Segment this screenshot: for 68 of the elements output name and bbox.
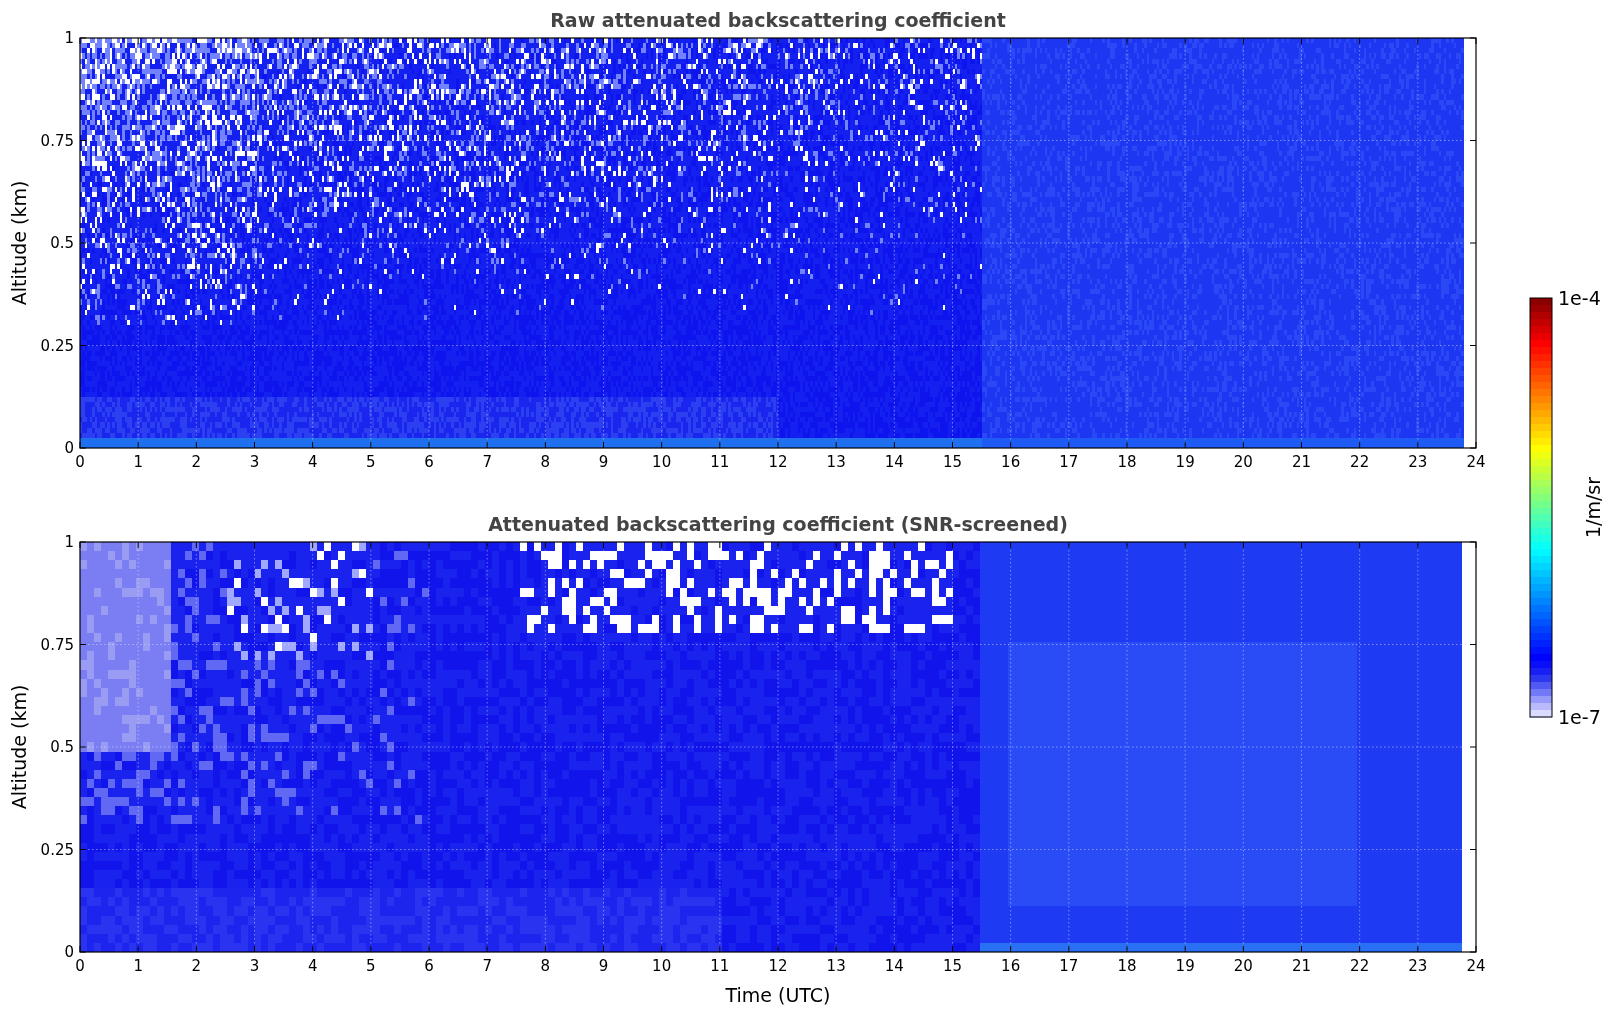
axis-tick-label: 24 bbox=[1466, 453, 1486, 471]
colorbar-max-label: 1e-4 bbox=[1558, 287, 1601, 309]
chart-title: Raw attenuated backscattering coefficient bbox=[550, 9, 1006, 31]
axis-tick-label: 23 bbox=[1408, 453, 1428, 471]
axis-tick-label: 6 bbox=[424, 957, 434, 975]
axis-tick-label: 1 bbox=[64, 533, 74, 551]
axis-tick-label: 5 bbox=[366, 453, 376, 471]
axis-tick-label: 18 bbox=[1117, 957, 1137, 975]
axis-tick-label: 14 bbox=[884, 957, 904, 975]
axis-tick-label: 4 bbox=[307, 453, 318, 471]
axis-tick-label: 22 bbox=[1350, 957, 1370, 975]
axis-tick-label: 0.75 bbox=[40, 635, 74, 654]
chart-title: Attenuated backscattering coefficient (SNR-screened) bbox=[488, 513, 1068, 535]
axis-tick-label: 0.5 bbox=[50, 738, 74, 756]
axis-tick-label: 12 bbox=[768, 453, 788, 471]
axis-tick-label: 0.5 bbox=[50, 234, 74, 252]
axis-tick-label: 17 bbox=[1059, 957, 1079, 975]
axis-tick-label: 13 bbox=[826, 957, 846, 975]
axis-tick-label: 0.25 bbox=[40, 336, 74, 355]
axis-tick-label: 9 bbox=[598, 957, 609, 975]
axis-tick-label: 1 bbox=[133, 957, 143, 975]
axis-tick-label: 12 bbox=[768, 957, 788, 975]
axis-label: Time (UTC) bbox=[725, 984, 831, 1006]
axis-tick-label: 21 bbox=[1291, 957, 1312, 975]
axis-tick-label: 9 bbox=[598, 453, 609, 471]
axis-tick-label: 0 bbox=[75, 453, 85, 471]
axis-tick-label: 19 bbox=[1175, 957, 1195, 975]
axis-tick-label: 7 bbox=[482, 957, 492, 975]
axis-tick-label: 3 bbox=[249, 957, 260, 975]
axis-tick-label: 21 bbox=[1291, 453, 1312, 471]
axis-tick-label: 0 bbox=[64, 439, 74, 457]
axis-tick-label: 11 bbox=[710, 453, 730, 471]
axis-tick-label: 20 bbox=[1233, 957, 1253, 975]
axis-tick-label: 6 bbox=[424, 453, 434, 471]
axis-tick-label: 18 bbox=[1117, 453, 1137, 471]
axis-tick-label: 2 bbox=[191, 453, 202, 471]
axis-tick-label: 8 bbox=[540, 957, 551, 975]
axis-tick-label: 1 bbox=[64, 29, 74, 47]
axis-tick-label: 1 bbox=[133, 453, 143, 471]
axis-tick-label: 14 bbox=[884, 453, 904, 471]
axis-tick-label: 13 bbox=[826, 453, 846, 471]
axis-label: Altitude (km) bbox=[8, 684, 30, 810]
axis-label: Altitude (km) bbox=[8, 180, 30, 306]
axis-tick-label: 22 bbox=[1350, 453, 1370, 471]
axis-tick-label: 16 bbox=[1001, 453, 1021, 471]
axis-tick-label: 3 bbox=[249, 453, 260, 471]
axis-tick-label: 11 bbox=[710, 957, 730, 975]
axis-tick-label: 7 bbox=[482, 453, 492, 471]
axis-tick-label: 24 bbox=[1466, 957, 1486, 975]
axis-tick-label: 0 bbox=[64, 943, 74, 961]
axis-tick-label: 0 bbox=[75, 957, 85, 975]
colorbar-min-label: 1e-7 bbox=[1558, 706, 1601, 728]
axis-tick-label: 10 bbox=[652, 453, 672, 471]
axis-tick-label: 0.25 bbox=[40, 840, 74, 859]
axis-tick-label: 10 bbox=[652, 957, 672, 975]
axis-tick-label: 4 bbox=[307, 957, 318, 975]
axis-tick-label: 19 bbox=[1175, 453, 1195, 471]
axis-tick-label: 16 bbox=[1001, 957, 1021, 975]
axis-tick-label: 20 bbox=[1233, 453, 1253, 471]
axis-tick-label: 0.75 bbox=[40, 131, 74, 150]
axis-tick-label: 23 bbox=[1408, 957, 1428, 975]
colorbar-label: 1/m/sr bbox=[1582, 476, 1604, 539]
axis-tick-label: 15 bbox=[942, 957, 963, 975]
axis-tick-label: 17 bbox=[1059, 453, 1079, 471]
axis-tick-label: 5 bbox=[366, 957, 376, 975]
axis-tick-label: 2 bbox=[191, 957, 202, 975]
axis-tick-label: 15 bbox=[942, 453, 963, 471]
axis-tick-label: 8 bbox=[540, 453, 551, 471]
